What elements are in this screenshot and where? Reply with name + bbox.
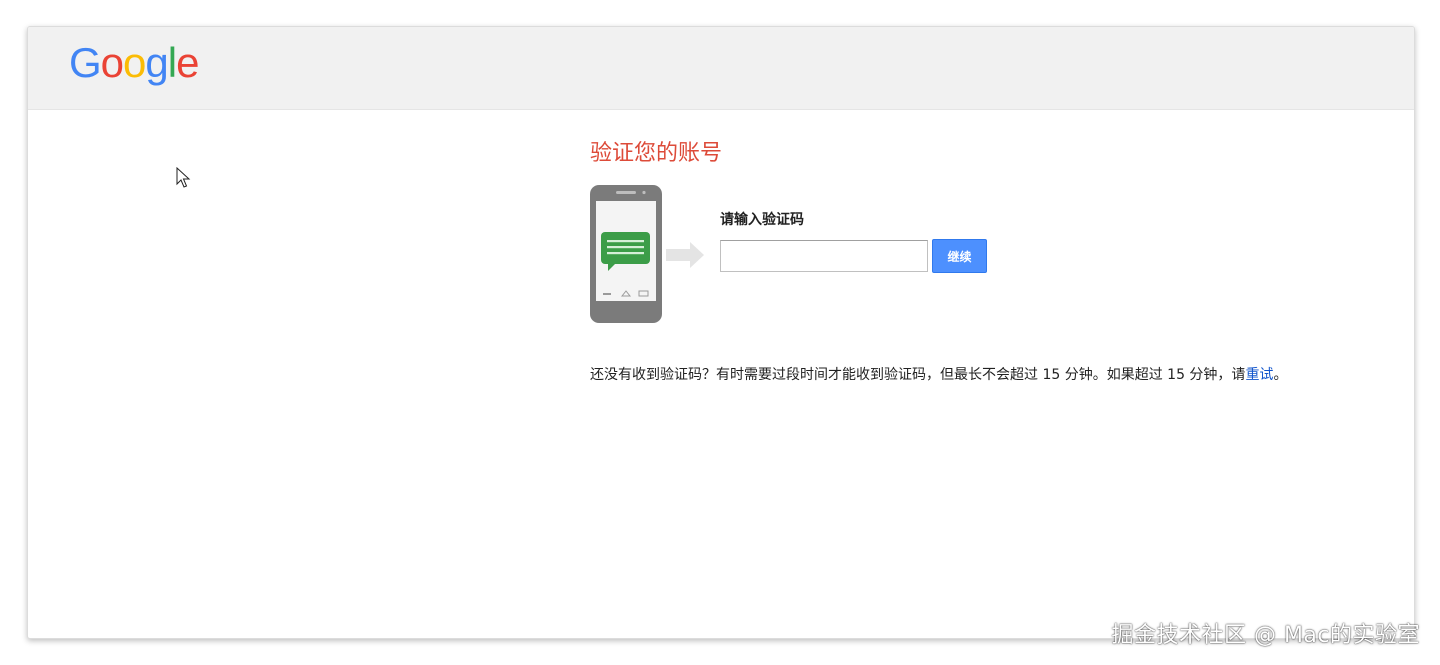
hint-end: 。 xyxy=(1273,367,1288,383)
hint-text: 还没有收到验证码？有时需要过段时间才能收到验证码，但最长不会超过 15 分钟。如… xyxy=(590,364,1287,384)
page-title: 验证您的账号 xyxy=(590,141,723,166)
mouse-pointer-icon xyxy=(176,167,191,188)
hint-message: 还没有收到验证码？有时需要过段时间才能收到验证码，但最长不会超过 15 分钟。如… xyxy=(590,367,1246,383)
code-form: 请输入验证码 继续 xyxy=(720,209,1020,273)
logo-letter: e xyxy=(176,39,199,86)
logo-letter: l xyxy=(167,39,177,86)
code-input-row: 继续 xyxy=(720,239,1020,273)
watermark: 掘金技术社区 @ Mac的实验室 xyxy=(1111,623,1420,648)
page: Google 验证您的账号 请输入验证码 继续 还没有收到验证码？有时需要过段时… xyxy=(0,0,1440,665)
phone-sms-illustration xyxy=(590,185,704,323)
logo-letter: o xyxy=(123,39,146,86)
phone-sms-icon xyxy=(590,185,710,325)
continue-button[interactable]: 继续 xyxy=(932,239,987,273)
browser-window: Google 验证您的账号 请输入验证码 继续 还没有收到验证码？有时需要过段时… xyxy=(27,26,1415,639)
arrow-right-icon xyxy=(666,242,704,268)
logo-letter: g xyxy=(145,39,168,86)
logo-letter: G xyxy=(69,39,102,86)
header: Google xyxy=(28,27,1414,110)
logo-letter: o xyxy=(100,39,124,86)
google-logo[interactable]: Google xyxy=(69,38,199,88)
retry-link[interactable]: 重试 xyxy=(1245,367,1273,383)
verification-code-input[interactable] xyxy=(720,240,928,272)
code-label: 请输入验证码 xyxy=(720,212,804,228)
